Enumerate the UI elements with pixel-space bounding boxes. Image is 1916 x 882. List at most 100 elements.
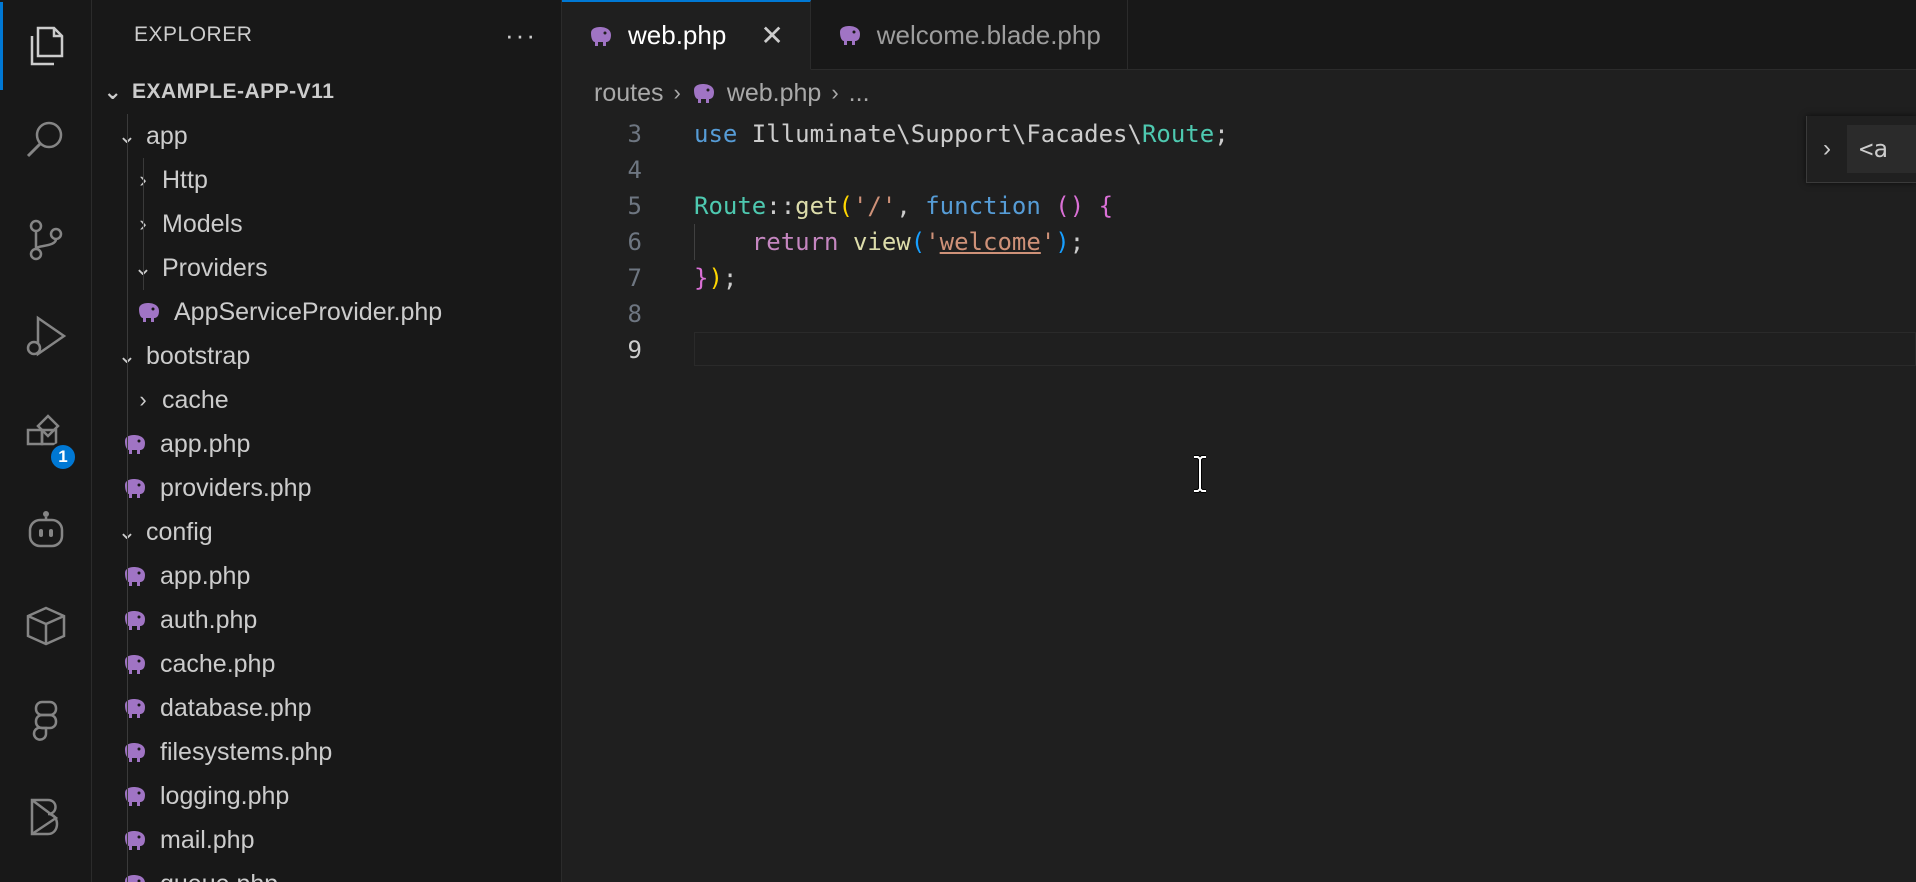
chevron-right-icon: › — [673, 80, 681, 105]
source-control-icon[interactable] — [0, 196, 92, 284]
tree-file[interactable]: logging.php — [92, 774, 561, 818]
tree-root-folder[interactable]: ⌄ EXAMPLE-APP-V11 — [92, 70, 561, 114]
tree-file[interactable]: database.php — [92, 686, 561, 730]
tree-file[interactable]: cache.php — [92, 642, 561, 686]
code-line: 4 — [562, 152, 1916, 188]
code-line: 6 return view('welcome'); — [562, 224, 1916, 260]
explorer-sidebar: EXPLORER ··· ⌄ EXAMPLE-APP-V11 ⌄app›Http… — [92, 0, 562, 882]
copilot-icon[interactable] — [0, 486, 92, 574]
php-file-icon — [136, 301, 162, 323]
tree-item-label: bootstrap — [146, 341, 251, 370]
code-text: return view('welcome'); — [751, 228, 1085, 256]
tree-item-label: logging.php — [160, 781, 290, 810]
more-actions-icon[interactable]: ··· — [505, 22, 537, 48]
figma-icon[interactable] — [0, 678, 92, 766]
chevron-right-icon: › — [831, 80, 839, 105]
close-icon[interactable]: ✕ — [760, 19, 783, 52]
text-cursor-icon — [1194, 455, 1206, 493]
tab-label: web.php — [628, 20, 727, 50]
tree-folder[interactable]: ›Http — [92, 158, 561, 202]
tree-file[interactable]: AppServiceProvider.php — [92, 290, 561, 334]
tree-file[interactable]: mail.php — [92, 818, 561, 862]
tree-file[interactable]: auth.php — [92, 598, 561, 642]
search-icon[interactable] — [0, 96, 92, 184]
tree-file[interactable]: filesystems.php — [92, 730, 561, 774]
tree-item-label: Http — [162, 165, 208, 194]
breadcrumb-more[interactable]: ... — [849, 79, 870, 108]
indent-guide — [143, 158, 144, 290]
php-file-icon — [122, 433, 148, 455]
tab-bar: web.php ✕ welcome.blade.php — [562, 0, 1916, 70]
tab-web-php[interactable]: web.php ✕ — [562, 0, 811, 70]
tree-item-label: Providers — [162, 253, 268, 282]
tree-folder[interactable]: ⌄ bootstrap — [92, 334, 561, 378]
line-number: 5 — [627, 192, 642, 220]
line-number: 6 — [627, 228, 642, 256]
tree-item-label: app.php — [160, 561, 251, 590]
tree-file[interactable]: providers.php — [92, 466, 561, 510]
chevron-right-icon: › — [139, 387, 147, 412]
php-file-icon — [691, 82, 717, 104]
tree-item-label: app.php — [160, 429, 251, 458]
bolt-icon[interactable] — [0, 774, 92, 862]
line-number: 7 — [627, 264, 642, 292]
explorer-header: EXPLORER ··· — [92, 0, 561, 70]
explorer-icon[interactable] — [0, 2, 92, 90]
code-text: use Illuminate\Support\Facades\Route; — [694, 120, 1229, 148]
tree-item-label: app — [146, 121, 188, 150]
tab-welcome-blade[interactable]: welcome.blade.php — [811, 0, 1128, 70]
line-number: 8 — [627, 300, 642, 328]
line-number: 3 — [627, 120, 642, 148]
code-line-current: 9 — [562, 332, 1916, 368]
tree-file[interactable]: queue.php — [92, 862, 561, 882]
tree-item-label: cache — [162, 385, 229, 414]
editor-area: web.php ✕ welcome.blade.php routes › web… — [562, 0, 1916, 882]
current-line-highlight — [694, 332, 1916, 366]
activity-bar: 1 — [0, 0, 92, 882]
code-line: 7 }); — [562, 260, 1916, 296]
tree-file[interactable]: app.php — [92, 554, 561, 598]
tree-folder[interactable]: ›Models — [92, 202, 561, 246]
code-editor[interactable]: 3 use Illuminate\Support\Facades\Route; … — [562, 116, 1916, 882]
chevron-down-icon: ⌄ — [103, 79, 123, 104]
breadcrumb-file[interactable]: web.php — [727, 79, 822, 108]
tree-item-label: AppServiceProvider.php — [174, 297, 443, 326]
tree-folder[interactable]: ⌄ config — [92, 510, 561, 554]
sticky-widget-text: <a — [1847, 125, 1916, 173]
php-file-icon — [122, 477, 148, 499]
tree-item-label: cache.php — [160, 649, 276, 678]
indent-guide — [127, 114, 128, 882]
line-number: 4 — [627, 156, 642, 184]
line-number: 9 — [627, 336, 642, 364]
breadcrumb-folder[interactable]: routes — [594, 79, 663, 108]
tree-folder[interactable]: ⌄ Providers — [92, 246, 561, 290]
package-icon[interactable] — [0, 582, 92, 670]
tree-folder[interactable]: › cache — [92, 378, 561, 422]
tree-item-label: queue.php — [160, 870, 278, 882]
php-file-icon — [837, 24, 863, 46]
extensions-icon[interactable]: 1 — [0, 390, 92, 478]
tree-item-label: auth.php — [160, 605, 258, 634]
tree-item-label: mail.php — [160, 825, 255, 854]
php-file-icon — [122, 785, 148, 807]
code-text: Route::get('/', function () { — [694, 192, 1114, 220]
explorer-title: EXPLORER — [134, 23, 253, 46]
tree-item-label: Models — [162, 209, 243, 238]
tree-item-label: config — [146, 517, 213, 546]
php-file-icon — [122, 565, 148, 587]
breadcrumb: routes › web.php › ... — [562, 70, 1916, 116]
tree-file[interactable]: app.php — [92, 422, 561, 466]
php-file-icon — [122, 653, 148, 675]
sticky-scroll-widget[interactable]: › <a — [1806, 116, 1916, 183]
php-file-icon — [122, 609, 148, 631]
code-text: }); — [694, 264, 738, 292]
chevron-right-icon[interactable]: › — [1807, 135, 1847, 163]
run-debug-icon[interactable] — [0, 292, 92, 380]
code-line: 8 — [562, 296, 1916, 332]
tree-item-label: providers.php — [160, 473, 312, 502]
php-file-icon — [122, 873, 148, 882]
tree-item-label: database.php — [160, 693, 312, 722]
php-file-icon — [122, 829, 148, 851]
tree-folder[interactable]: ⌄ app — [92, 114, 561, 158]
extensions-badge: 1 — [48, 442, 78, 472]
